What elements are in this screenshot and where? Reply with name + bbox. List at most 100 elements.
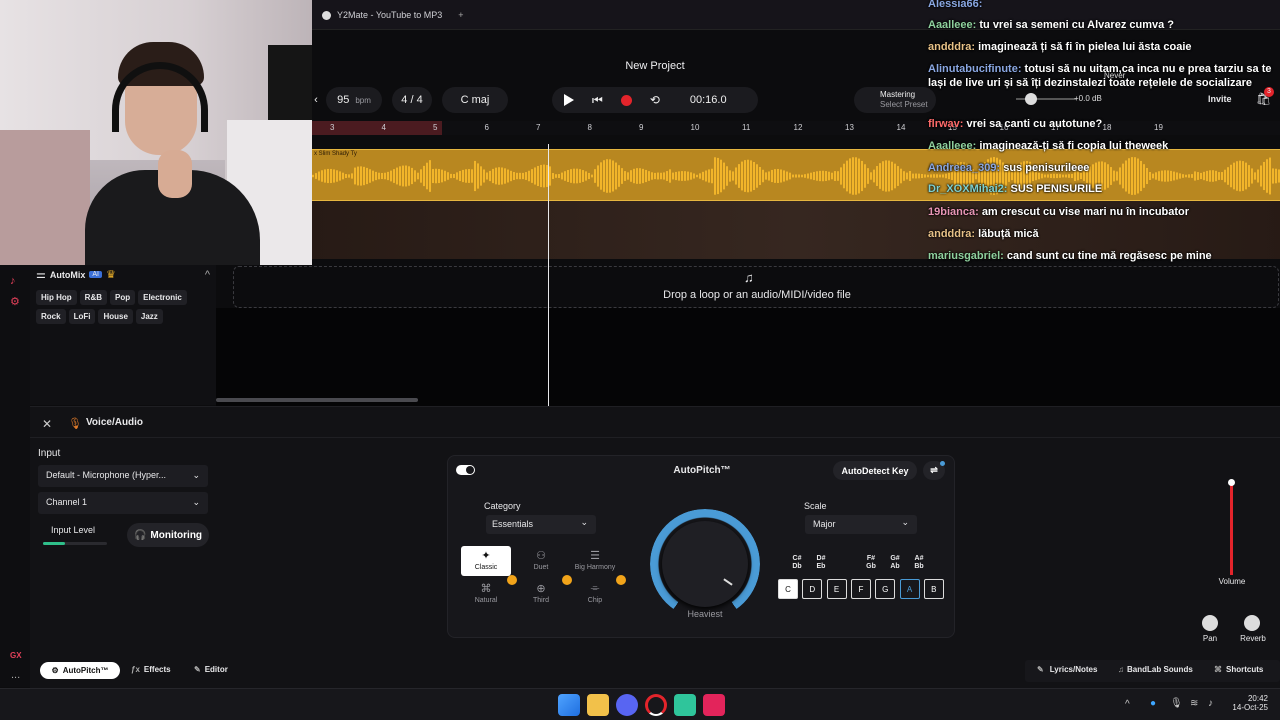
mastering-button[interactable]: Mastering Select Preset bbox=[854, 87, 936, 113]
sharp-key[interactable]: A# Bb bbox=[908, 555, 930, 571]
preset-tile[interactable]: ☰ Big Harmony bbox=[570, 546, 620, 576]
preset-tile[interactable]: ✦ Classic bbox=[461, 546, 511, 576]
preset-tile[interactable]: ⌯ Chip bbox=[570, 575, 626, 609]
scale-key[interactable]: E bbox=[826, 579, 847, 599]
music-icon[interactable]: ♪ bbox=[10, 275, 16, 287]
collapse-icon[interactable]: ^ bbox=[205, 269, 210, 281]
scale-key[interactable]: F bbox=[850, 579, 871, 599]
chat-message: andddra: lăbuță mică bbox=[928, 227, 1278, 241]
chevron-left-icon[interactable]: ‹ bbox=[312, 87, 320, 113]
chat-username: Andreea_309: bbox=[928, 162, 1004, 174]
strength-knob[interactable] bbox=[662, 521, 748, 607]
volume-slider[interactable] bbox=[1228, 479, 1235, 575]
monitoring-button[interactable]: 🎧 Monitoring bbox=[127, 523, 209, 547]
tab-autopitch[interactable]: ⚙ AutoPitch™ bbox=[40, 662, 120, 679]
autodetect-key-button[interactable]: AutoDetect Key bbox=[833, 461, 917, 480]
record-icon[interactable] bbox=[620, 94, 632, 106]
knob-label: Heaviest bbox=[687, 609, 723, 619]
scale-key[interactable]: A bbox=[899, 579, 920, 599]
lyrics-notes-button[interactable]: ✎ Lyrics/Notes bbox=[1037, 665, 1097, 674]
playhead[interactable] bbox=[548, 144, 549, 406]
tab-editor-label: Editor bbox=[204, 665, 228, 674]
genre-chip[interactable]: LoFi bbox=[68, 309, 96, 324]
close-icon[interactable]: ✕ bbox=[42, 417, 52, 431]
bandlab-sounds-button[interactable]: ♫ BandLab Sounds bbox=[1118, 665, 1193, 674]
scale-key[interactable]: D bbox=[802, 579, 823, 599]
preset-label: Natural bbox=[474, 597, 498, 604]
new-tab-button[interactable]: + bbox=[458, 10, 463, 20]
reverb-knob[interactable] bbox=[1244, 615, 1260, 631]
genre-chip[interactable]: Electronic bbox=[138, 290, 187, 305]
project-title[interactable]: New Project bbox=[312, 60, 998, 72]
scale-select[interactable]: Major ⌄ bbox=[805, 515, 917, 534]
channel-select[interactable]: Channel 1 ⌄ bbox=[38, 492, 208, 514]
genre-chip[interactable]: Pop bbox=[110, 290, 136, 305]
shortcuts-button[interactable]: ⌘ Shortcuts bbox=[1214, 665, 1263, 674]
mic-tray-icon[interactable]: 🎙 bbox=[1170, 698, 1183, 709]
settings-icon[interactable]: ⚙ bbox=[10, 295, 20, 308]
shield-icon[interactable]: ● bbox=[1150, 698, 1156, 709]
preset-tile[interactable]: ⊕ Third bbox=[516, 575, 572, 609]
discord-icon[interactable] bbox=[616, 694, 638, 716]
ruler-tick: 3 bbox=[330, 123, 335, 132]
chat-username: 19bianca: bbox=[928, 206, 982, 218]
category-select[interactable]: Essentials ⌄ bbox=[486, 515, 596, 534]
preset-icon: ☰ bbox=[590, 550, 600, 562]
pan-knob[interactable] bbox=[1202, 615, 1218, 631]
sharp-key[interactable]: C# Db bbox=[786, 555, 808, 571]
sharp-key[interactable]: D# Eb bbox=[810, 555, 832, 571]
tray-arrow-icon[interactable]: ^ bbox=[1125, 699, 1130, 710]
input-level-meter bbox=[43, 542, 107, 545]
category-label: Category bbox=[484, 501, 521, 511]
sounds-icon: ♫ bbox=[1118, 665, 1124, 674]
windows-start-icon[interactable] bbox=[558, 694, 580, 716]
chat-message: Andreea_309: sus penisurileee bbox=[928, 161, 1278, 175]
tab-editor[interactable]: ✎ Editor bbox=[194, 665, 228, 674]
scale-key[interactable]: C bbox=[778, 579, 798, 599]
browser-tab[interactable]: Y2Mate - YouTube to MP3 + bbox=[312, 3, 474, 27]
clock[interactable]: 20:42 14-Oct-25 bbox=[1230, 694, 1268, 712]
genre-chip[interactable]: R&B bbox=[79, 290, 108, 305]
chat-message: Dr_XOXMihai2: SUS PENISURILE bbox=[928, 182, 1278, 196]
opera-gx-icon[interactable] bbox=[645, 694, 667, 716]
monitoring-label: Monitoring bbox=[150, 529, 203, 541]
scale-key[interactable]: G bbox=[875, 579, 896, 599]
scale-key[interactable]: B bbox=[923, 579, 944, 599]
play-icon[interactable] bbox=[564, 94, 574, 106]
preset-tile[interactable]: ⌘ Natural bbox=[461, 575, 517, 609]
tab-effects[interactable]: ƒx Effects bbox=[131, 665, 171, 674]
automix-title: AutoMix bbox=[49, 269, 86, 280]
sharp-key[interactable]: G# Ab bbox=[884, 555, 906, 571]
ruler-tick: 9 bbox=[639, 123, 644, 132]
more-icon[interactable]: ... bbox=[11, 669, 20, 681]
scale-value: Major bbox=[813, 519, 836, 529]
genre-chip[interactable]: House bbox=[98, 309, 133, 324]
file-explorer-icon[interactable] bbox=[587, 694, 609, 716]
time-signature[interactable]: 4 / 4 bbox=[392, 87, 432, 113]
loop-icon[interactable]: ⟲ bbox=[650, 93, 660, 107]
horizontal-scrollbar[interactable] bbox=[216, 398, 418, 402]
ruler-tick: 8 bbox=[587, 123, 592, 132]
ai-badge: AI bbox=[89, 271, 102, 278]
bpm-control[interactable]: 95 bpm bbox=[326, 87, 382, 113]
drop-zone[interactable]: ♫ Drop a loop or an audio/MIDI/video fil… bbox=[233, 266, 1279, 308]
genre-chip[interactable]: Rock bbox=[36, 309, 66, 324]
sharp-key[interactable]: F# Gb bbox=[860, 555, 882, 571]
volume-label: Volume bbox=[1218, 577, 1246, 586]
app-icon[interactable] bbox=[674, 694, 696, 716]
gx-icon[interactable]: GX bbox=[10, 651, 22, 660]
genre-list: Hip Hop R&B Pop Electronic Rock LoFi House Jazz bbox=[30, 284, 210, 328]
input-device-select[interactable]: Default - Microphone (Hyper... ⌄ bbox=[38, 465, 208, 487]
genre-chip[interactable]: Jazz bbox=[135, 309, 163, 324]
wifi-icon[interactable]: ≋ bbox=[1190, 698, 1198, 709]
chat-overlay: Alessia66: Aaalleee: tu vrei sa semeni c… bbox=[925, 0, 1280, 266]
genre-chip[interactable]: Hip Hop bbox=[36, 290, 77, 305]
key-selector[interactable]: C maj bbox=[442, 87, 508, 113]
microphone-icon: 🎙 bbox=[68, 418, 82, 430]
ruler-tick: 7 bbox=[536, 123, 541, 132]
skip-back-icon[interactable]: ⏮ bbox=[592, 93, 603, 108]
volume-icon[interactable]: ♪ bbox=[1208, 698, 1213, 709]
preset-tile[interactable]: ⚇ Duet bbox=[516, 546, 566, 576]
tiktok-icon[interactable] bbox=[703, 694, 725, 716]
chevron-down-icon: ⌄ bbox=[901, 517, 909, 527]
